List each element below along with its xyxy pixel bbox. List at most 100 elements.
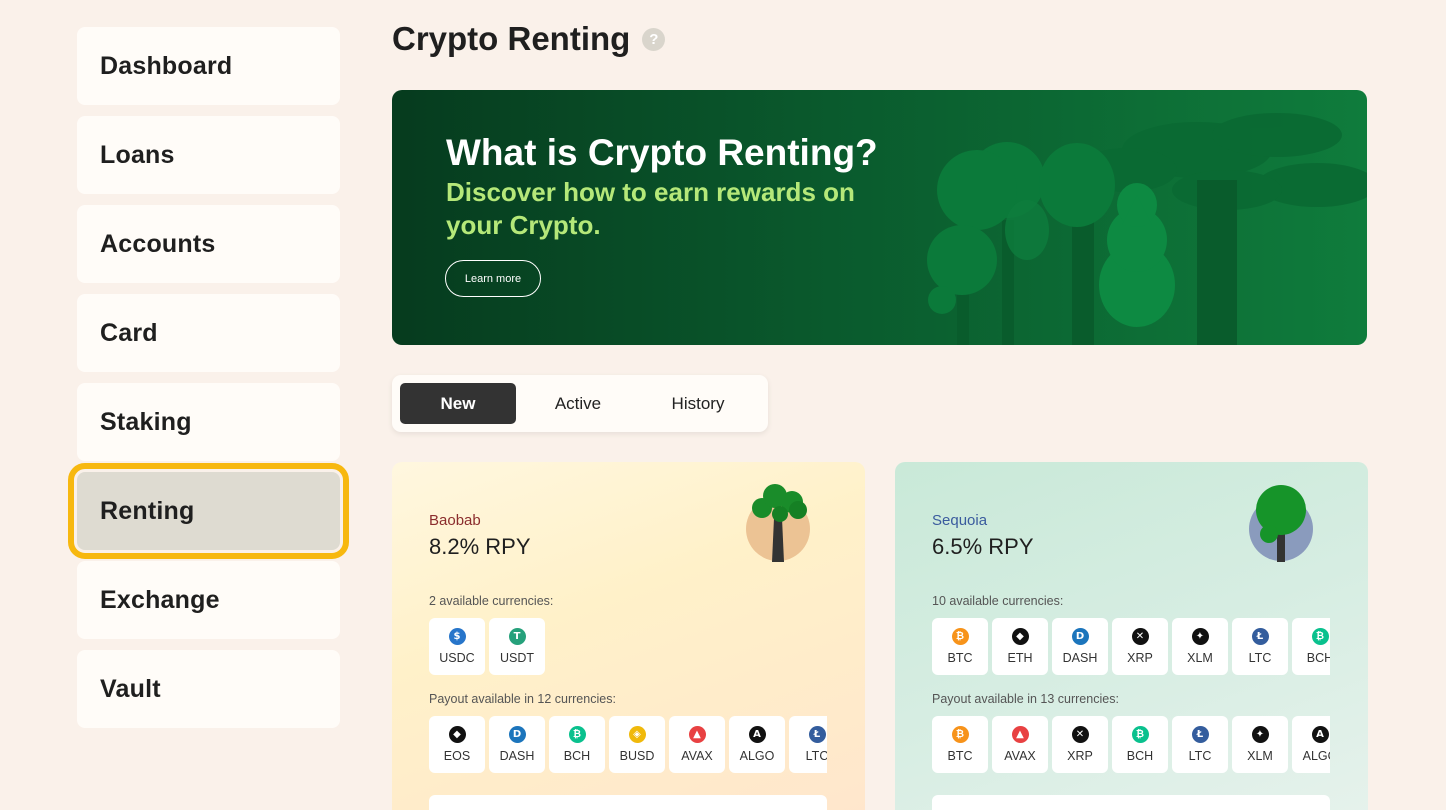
currency-symbol: XRP: [1067, 749, 1093, 763]
card-action-area[interactable]: [932, 795, 1330, 810]
busd-icon: ◈: [628, 726, 646, 743]
currency-symbol: BUSD: [619, 749, 655, 763]
renting-card-baobab[interactable]: Baobab 8.2% RPY 2 available currencies: …: [392, 462, 865, 810]
sidebar-item-dashboard[interactable]: Dashboard: [77, 27, 340, 105]
currency-dash: D DASH: [1052, 618, 1108, 675]
currency-usdc: $ USDC: [429, 618, 485, 675]
xrp-icon: ✕: [1131, 628, 1149, 645]
tab-active[interactable]: Active: [520, 383, 636, 424]
currency-symbol: BTC: [947, 651, 973, 665]
currency-ltc: Ł LTC: [1172, 716, 1228, 773]
eth-icon: ◆: [1011, 628, 1029, 645]
currency-xlm: ✦ XLM: [1172, 618, 1228, 675]
sidebar: Dashboard Loans Accounts Card Staking Re…: [68, 27, 349, 739]
banner-title: What is Crypto Renting?: [446, 132, 878, 173]
currency-bch: ₿ BCH: [549, 716, 605, 773]
bch-icon: ₿: [1131, 726, 1149, 743]
algo-icon: A: [748, 726, 766, 743]
ltc-icon: Ł: [808, 726, 826, 743]
sequoia-tree-icon: [1249, 485, 1313, 562]
info-banner: What is Crypto Renting? Discover how to …: [392, 90, 1367, 345]
currency-xlm: ✦ XLM: [1232, 716, 1288, 773]
btc-icon: ₿: [951, 628, 969, 645]
page-title: Crypto Renting: [392, 20, 631, 57]
sidebar-item-card[interactable]: Card: [77, 294, 340, 372]
currency-xrp: ✕ XRP: [1052, 716, 1108, 773]
currency-avax: ▲ AVAX: [669, 716, 725, 773]
currency-usdt: T USDT: [489, 618, 545, 675]
algo-icon: A: [1311, 726, 1329, 743]
payout-label: Payout available in 13 currencies:: [932, 692, 1119, 706]
usdc-icon: $: [448, 628, 466, 645]
dash-icon: D: [1071, 628, 1089, 645]
currency-busd: ◈ BUSD: [609, 716, 665, 773]
page-title-row: Crypto Renting ?: [392, 20, 666, 58]
usdt-icon: T: [508, 628, 526, 645]
baobab-tree-icon: [746, 484, 810, 562]
currency-symbol: BCH: [563, 749, 591, 763]
sidebar-item-staking[interactable]: Staking: [77, 383, 340, 461]
currency-symbol: XLM: [1187, 651, 1213, 665]
currency-symbol: LTC: [1248, 651, 1272, 665]
currency-ltc: Ł LTC: [1232, 618, 1288, 675]
bch-icon: ₿: [1311, 628, 1329, 645]
available-currencies: $ USDC T USDT: [429, 618, 827, 676]
ltc-icon: Ł: [1251, 628, 1269, 645]
currency-symbol: LTC: [1188, 749, 1212, 763]
payout-currencies: ₿ BTC ▲ AVAX ✕ XRP ₿ BCH Ł LTC ✦ XLM A ALGO: [932, 716, 1330, 774]
bch-icon: ₿: [568, 726, 586, 743]
xlm-icon: ✦: [1191, 628, 1209, 645]
renting-tabs: New Active History: [392, 375, 768, 432]
currency-symbol: BTC: [947, 749, 973, 763]
currency-symbol: BCH: [1306, 651, 1330, 665]
renting-card-sequoia[interactable]: Sequoia 6.5% RPY 10 available currencies…: [895, 462, 1368, 810]
currency-bch: ₿ BCH: [1112, 716, 1168, 773]
currency-symbol: USDC: [439, 651, 475, 665]
sidebar-item-exchange[interactable]: Exchange: [77, 561, 340, 639]
ltc-icon: Ł: [1191, 726, 1209, 743]
payout-currencies: ◆ EOS D DASH ₿ BCH ◈ BUSD ▲ AVAX A ALGO Ł LTC: [429, 716, 827, 774]
card-rate: 8.2% RPY: [429, 534, 531, 559]
sidebar-item-loans[interactable]: Loans: [77, 116, 340, 194]
payout-label: Payout available in 12 currencies:: [429, 692, 616, 706]
currency-xrp: ✕ XRP: [1112, 618, 1168, 675]
dash-icon: D: [508, 726, 526, 743]
currency-symbol: AVAX: [1004, 749, 1036, 763]
sidebar-item-accounts[interactable]: Accounts: [77, 205, 340, 283]
sidebar-item-vault[interactable]: Vault: [77, 650, 340, 728]
available-currencies: ₿ BTC ◆ ETH D DASH ✕ XRP ✦ XLM Ł LTC ₿ BCH: [932, 618, 1330, 676]
sidebar-item-renting[interactable]: Renting: [68, 463, 349, 559]
card-name: Sequoia: [932, 512, 988, 529]
eos-icon: ◆: [448, 726, 466, 743]
help-icon[interactable]: ?: [642, 27, 666, 51]
currency-bch: ₿ BCH: [1292, 618, 1330, 675]
currency-btc: ₿ BTC: [932, 618, 988, 675]
currency-eth: ◆ ETH: [992, 618, 1048, 675]
currency-btc: ₿ BTC: [932, 716, 988, 773]
tab-history[interactable]: History: [640, 383, 756, 424]
xlm-icon: ✦: [1251, 726, 1269, 743]
learn-more-button[interactable]: Learn more: [445, 260, 541, 297]
avax-icon: ▲: [1011, 726, 1029, 743]
tab-new[interactable]: New: [400, 383, 516, 424]
currency-symbol: USDT: [499, 651, 535, 665]
card-action-area[interactable]: [429, 795, 827, 810]
avax-icon: ▲: [688, 726, 706, 743]
currency-avax: ▲ AVAX: [992, 716, 1048, 773]
currency-dash: D DASH: [489, 716, 545, 773]
currency-symbol: XRP: [1127, 651, 1153, 665]
currency-algo: A ALGO: [1292, 716, 1330, 773]
currency-symbol: BCH: [1126, 749, 1154, 763]
currency-symbol: DASH: [499, 749, 535, 763]
forest-illustration: [927, 113, 1367, 345]
available-label: 2 available currencies:: [429, 594, 554, 608]
card-name: Baobab: [429, 512, 481, 529]
card-rate: 6.5% RPY: [932, 534, 1034, 559]
currency-symbol: AVAX: [681, 749, 713, 763]
currency-symbol: LTC: [805, 749, 827, 763]
currency-algo: A ALGO: [729, 716, 785, 773]
currency-symbol: ETH: [1007, 651, 1033, 665]
currency-symbol: EOS: [443, 749, 471, 763]
currency-ltc: Ł LTC: [789, 716, 827, 773]
banner-subtitle: Discover how to earn rewards on your Cry…: [446, 177, 855, 240]
